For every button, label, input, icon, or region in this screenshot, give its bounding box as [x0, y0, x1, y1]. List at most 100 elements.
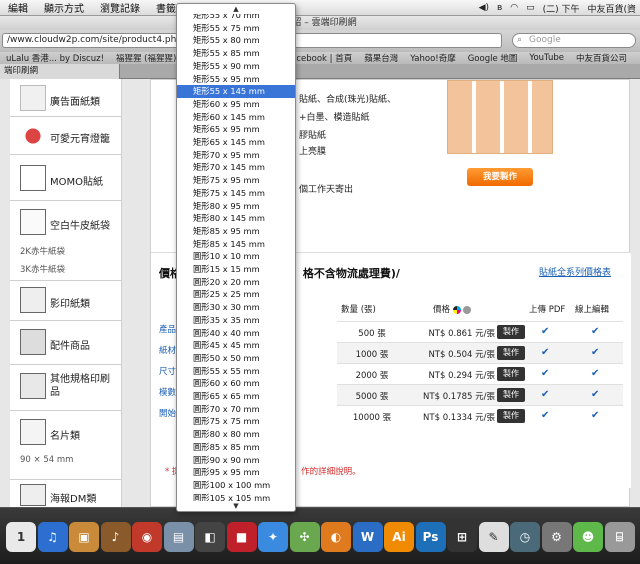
upload-check-icon[interactable]: ✔: [541, 368, 549, 379]
sidebar-item-momo[interactable]: MOMO貼紙: [10, 155, 122, 201]
film-icon[interactable]: ◧: [195, 522, 225, 552]
menu-edit[interactable]: 編輯: [0, 0, 36, 15]
size-option[interactable]: 圓形75 x 75 mm: [177, 415, 295, 428]
online-check-icon[interactable]: ✔: [591, 389, 599, 400]
alien-icon[interactable]: ☻: [573, 522, 603, 552]
online-check-icon[interactable]: ✔: [591, 326, 599, 337]
size-option[interactable]: 矩形70 x 95 mm: [177, 149, 295, 162]
search-field[interactable]: ⌕ Google: [512, 33, 636, 48]
size-option[interactable]: 矩形70 x 145 mm: [177, 161, 295, 174]
order-button[interactable]: 我要製作: [467, 168, 533, 186]
bookmark-item[interactable]: 中友百貨公司: [570, 52, 633, 64]
tab-current[interactable]: 端印刷網: [0, 64, 120, 79]
sidebar-item-copy-paper[interactable]: 影印紙類: [10, 281, 122, 321]
sidebar-item-tissue[interactable]: 廣告面紙類: [10, 79, 122, 117]
textedit-icon[interactable]: ✎: [478, 522, 509, 552]
firefox-icon[interactable]: ◐: [321, 522, 351, 552]
online-check-icon[interactable]: ✔: [591, 410, 599, 421]
upload-check-icon[interactable]: ✔: [541, 410, 549, 421]
size-option[interactable]: 圓形100 x 100 mm: [177, 479, 295, 492]
size-option[interactable]: 圓形95 x 95 mm: [177, 466, 295, 479]
size-option[interactable]: 矩形65 x 95 mm: [177, 123, 295, 136]
menubar-time[interactable]: (二) 下午: [543, 2, 580, 15]
illustrator-icon[interactable]: Ai: [384, 522, 414, 552]
size-option[interactable]: 圓形25 x 25 mm: [177, 288, 295, 301]
safari-icon[interactable]: ✦: [258, 522, 288, 552]
volume-icon[interactable]: ◀): [479, 3, 489, 13]
scroll-up-arrow-icon[interactable]: ▲: [177, 4, 295, 14]
upload-check-icon[interactable]: ✔: [541, 389, 549, 400]
make-button[interactable]: 製作: [497, 388, 525, 402]
sidebar-item-accessory[interactable]: 配件商品: [10, 321, 122, 365]
time-machine-icon[interactable]: ◷: [510, 522, 540, 552]
menu-view[interactable]: 顯示方式: [36, 0, 92, 15]
size-option[interactable]: 矩形75 x 145 mm: [177, 187, 295, 200]
make-button[interactable]: 製作: [497, 367, 525, 381]
red-app-icon[interactable]: ■: [226, 522, 257, 552]
size-option[interactable]: 矩形55 x 145 mm: [177, 85, 295, 99]
make-button[interactable]: 製作: [497, 325, 525, 339]
price-note-end[interactable]: 作的詳細說明。: [301, 467, 361, 477]
bookmark-item[interactable]: Yahoo!奇摩: [404, 52, 461, 64]
size-option[interactable]: 矩形65 x 145 mm: [177, 136, 295, 149]
word-icon[interactable]: W: [352, 522, 383, 552]
system-prefs-icon[interactable]: ⚙: [541, 522, 572, 552]
size-option[interactable]: 圓形45 x 45 mm: [177, 339, 295, 352]
iphoto-icon[interactable]: ▣: [69, 522, 99, 552]
scroll-down-arrow-icon[interactable]: ▼: [177, 501, 295, 511]
online-check-icon[interactable]: ✔: [591, 368, 599, 379]
size-option[interactable]: 矩形85 x 95 mm: [177, 225, 295, 238]
size-option[interactable]: 圓形40 x 40 mm: [177, 327, 295, 340]
size-option[interactable]: 圓形20 x 20 mm: [177, 276, 295, 289]
bookmark-item[interactable]: 蘋果台灣: [358, 52, 404, 64]
photoshop-icon[interactable]: Ps: [415, 522, 446, 552]
size-option[interactable]: 矩形55 x 85 mm: [177, 47, 295, 60]
size-option[interactable]: 矩形80 x 145 mm: [177, 212, 295, 225]
size-option[interactable]: 矩形60 x 95 mm: [177, 98, 295, 111]
bookmark-item[interactable]: YouTube: [523, 53, 570, 63]
size-option[interactable]: 矩形55 x 80 mm: [177, 34, 295, 47]
trash-icon[interactable]: ⌸: [604, 522, 635, 552]
guitar-icon[interactable]: ♪: [100, 522, 131, 552]
size-option[interactable]: 圓形15 x 15 mm: [177, 263, 295, 276]
size-option[interactable]: 圓形50 x 50 mm: [177, 352, 295, 365]
upload-check-icon[interactable]: ✔: [541, 326, 549, 337]
menu-history[interactable]: 瀏覽記錄: [92, 0, 148, 15]
wifi-icon[interactable]: ◠: [510, 3, 518, 13]
dashboard-icon[interactable]: ⊞: [447, 522, 477, 552]
online-check-icon[interactable]: ✔: [591, 347, 599, 358]
sidebar-item-poster[interactable]: 海報DM類: [10, 479, 122, 507]
size-option[interactable]: 圓形35 x 35 mm: [177, 314, 295, 327]
make-button[interactable]: 製作: [497, 409, 525, 423]
bookmark-item[interactable]: Google 地圖: [462, 52, 524, 64]
sub-label[interactable]: 2K赤牛紙袋: [20, 245, 65, 257]
size-option[interactable]: 圓形55 x 55 mm: [177, 365, 295, 378]
size-option[interactable]: 圓形30 x 30 mm: [177, 301, 295, 314]
size-option[interactable]: 矩形55 x 75 mm: [177, 22, 295, 35]
upload-check-icon[interactable]: ✔: [541, 347, 549, 358]
all-price-link[interactable]: 貼紙全系列價格表: [539, 265, 611, 278]
size-option[interactable]: 矩形60 x 145 mm: [177, 111, 295, 124]
size-option[interactable]: 矩形85 x 145 mm: [177, 238, 295, 251]
size-option[interactable]: 圓形80 x 80 mm: [177, 428, 295, 441]
bookmark-item[interactable]: uLalu 香港... by Discuz!: [0, 52, 110, 64]
sidebar-item-lantern[interactable]: 可愛元宵燈籠: [10, 117, 122, 155]
size-option[interactable]: 圓形10 x 10 mm: [177, 250, 295, 263]
sidebar-item-other-print[interactable]: 其他規格印刷品: [10, 365, 122, 411]
size-option[interactable]: 矩形55 x 90 mm: [177, 60, 295, 73]
size-option[interactable]: 矩形75 x 95 mm: [177, 174, 295, 187]
size-option[interactable]: 圓形90 x 90 mm: [177, 454, 295, 467]
sub-label[interactable]: 3K赤牛紙袋: [20, 263, 65, 275]
make-button[interactable]: 製作: [497, 346, 525, 360]
size-option[interactable]: 圓形65 x 65 mm: [177, 390, 295, 403]
calendar-icon[interactable]: 1: [6, 522, 36, 552]
preview-icon[interactable]: ▤: [163, 522, 194, 552]
size-option[interactable]: 圓形85 x 85 mm: [177, 441, 295, 454]
size-option[interactable]: 矩形80 x 95 mm: [177, 200, 295, 213]
bluetooth-icon[interactable]: ʙ: [497, 3, 502, 13]
network-icon[interactable]: ✣: [289, 522, 320, 552]
photo-booth-icon[interactable]: ◉: [132, 522, 162, 552]
sidebar-item-business-card[interactable]: 名片類 90 × 54 mm: [10, 415, 122, 465]
size-option[interactable]: 圓形70 x 70 mm: [177, 403, 295, 416]
sub-label[interactable]: 90 × 54 mm: [20, 455, 73, 465]
